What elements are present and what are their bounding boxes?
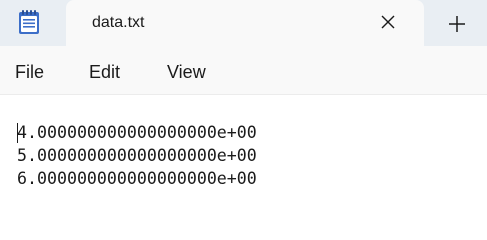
editor-line: 6.000000000000000000e+00 <box>17 169 257 188</box>
editor-line: 5.000000000000000000e+00 <box>17 146 257 165</box>
tab-data-txt[interactable]: data.txt <box>66 0 424 46</box>
title-bar: data.txt <box>0 0 487 46</box>
menu-bar: File Edit View <box>0 46 487 94</box>
tab-title: data.txt <box>92 14 145 31</box>
menu-file[interactable]: File <box>15 61 44 83</box>
notepad-window: data.txt File Edit View 4.00000000000000… <box>0 0 487 234</box>
text-editor[interactable]: 4.000000000000000000e+00 5.0000000000000… <box>0 94 487 234</box>
menu-edit[interactable]: Edit <box>89 61 120 83</box>
menu-view[interactable]: View <box>167 61 206 83</box>
close-icon[interactable] <box>379 13 397 31</box>
notepad-icon <box>17 9 41 35</box>
plus-icon[interactable] <box>445 12 469 36</box>
editor-line: 4.000000000000000000e+00 <box>17 123 257 142</box>
